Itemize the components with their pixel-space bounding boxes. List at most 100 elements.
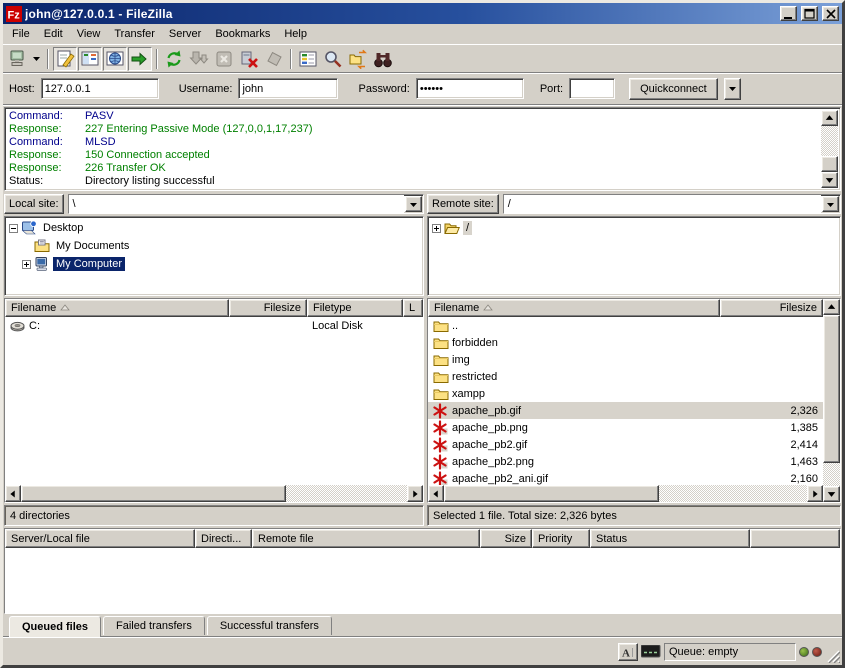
minimize-button[interactable] [780, 6, 797, 21]
queue-column-status[interactable]: Status [590, 529, 750, 548]
expander-minus-icon[interactable] [9, 224, 18, 233]
menu-help[interactable]: Help [277, 26, 314, 42]
menu-server[interactable]: Server [162, 26, 208, 42]
remote-file-row[interactable]: apache_pb2.png1,463 [428, 453, 823, 470]
log-scrollbar[interactable] [821, 110, 838, 188]
scroll-down-icon[interactable] [823, 486, 840, 502]
combo-arrow-icon[interactable] [822, 196, 839, 212]
disconnect-icon[interactable] [237, 47, 261, 71]
local-hscrollbar[interactable] [5, 485, 423, 502]
scroll-left-icon[interactable] [428, 485, 444, 502]
local-file-row[interactable]: C:Local Disk [5, 317, 423, 334]
remote-tree-item[interactable]: / [428, 219, 840, 237]
scroll-right-icon[interactable] [807, 485, 823, 502]
remote-site-combo[interactable]: / [503, 194, 841, 214]
expander-plus-icon[interactable] [432, 224, 441, 233]
remote-file-row[interactable]: .. [428, 317, 823, 334]
toggle-local-tree-icon[interactable] [78, 47, 102, 71]
column-header-filesize[interactable]: Filesize [229, 299, 307, 317]
column-header-l[interactable]: L [403, 299, 423, 317]
tab-successful-transfers[interactable]: Successful transfers [207, 616, 332, 635]
cancel-operation-icon[interactable] [212, 47, 236, 71]
menu-transfer[interactable]: Transfer [107, 26, 162, 42]
queue-column-server-local-file[interactable]: Server/Local file [5, 529, 195, 548]
expander-plus-icon[interactable] [22, 260, 31, 269]
toggle-remote-tree-icon[interactable] [103, 47, 127, 71]
menu-file[interactable]: File [5, 26, 37, 42]
local-site-combo[interactable]: \ [68, 194, 424, 214]
quickconnect-dropdown-button[interactable] [724, 78, 741, 100]
log-line-text: Directory listing successful [85, 175, 215, 188]
host-input[interactable] [41, 78, 159, 99]
synchronized-browsing-icon[interactable] [346, 47, 370, 71]
scroll-right-icon[interactable] [407, 485, 423, 502]
speed-limit-icon[interactable] [641, 645, 661, 658]
maximize-button[interactable] [801, 6, 818, 21]
queue-body[interactable] [5, 548, 840, 613]
queue-column-remote-file[interactable]: Remote file [252, 529, 480, 548]
scroll-up-icon[interactable] [821, 110, 838, 126]
quickconnect-button[interactable]: Quickconnect [629, 78, 718, 100]
local-tree-label[interactable]: Desktop [40, 221, 86, 235]
filter-icon[interactable] [371, 47, 395, 71]
column-header-filetype[interactable]: Filetype [307, 299, 403, 317]
remote-file-row[interactable]: apache_pb.png1,385 [428, 419, 823, 436]
title-bar[interactable]: Fz john@127.0.0.1 - FileZilla [3, 3, 842, 24]
remote-file-row[interactable]: img [428, 351, 823, 368]
remote-vscrollbar[interactable] [823, 299, 840, 502]
refresh-icon[interactable] [162, 47, 186, 71]
cell-text: 2,160 [790, 473, 818, 485]
site-manager-icon[interactable] [5, 47, 29, 71]
column-header-filename[interactable]: Filename [428, 299, 720, 317]
local-tree-label[interactable]: My Computer [53, 257, 125, 271]
queue-column-size[interactable]: Size [480, 529, 532, 548]
remote-file-row[interactable]: apache_pb.gif2,326 [428, 402, 823, 419]
toggle-queue-icon[interactable] [128, 47, 152, 71]
queue-column-directi-[interactable]: Directi... [195, 529, 252, 548]
tab-queued-files[interactable]: Queued files [9, 616, 101, 637]
file-search-icon[interactable] [321, 47, 345, 71]
remote-file-row[interactable]: forbidden [428, 334, 823, 351]
filename-text: C: [29, 320, 40, 332]
reconnect-icon[interactable] [262, 47, 286, 71]
local-tree-item[interactable]: My Documents [5, 237, 423, 255]
log-scroll-thumb[interactable] [821, 156, 838, 172]
remote-file-row[interactable]: apache_pb2.gif2,414 [428, 436, 823, 453]
combo-arrow-icon[interactable] [405, 196, 422, 212]
site-manager-dropdown[interactable] [30, 48, 43, 70]
toggle-message-log-icon[interactable] [53, 47, 77, 71]
remote-file-row[interactable]: restricted [428, 368, 823, 385]
column-header-filename[interactable]: Filename [5, 299, 229, 317]
menu-view[interactable]: View [70, 26, 108, 42]
scroll-left-icon[interactable] [5, 485, 21, 502]
filename-text: apache_pb2_ani.gif [452, 473, 548, 485]
remote-file-row[interactable]: apache_pb2_ani.gif 2,160 [428, 470, 823, 485]
menu-edit[interactable]: Edit [37, 26, 70, 42]
queue-column-priority[interactable]: Priority [532, 529, 590, 548]
remote-tree-label[interactable]: / [463, 221, 472, 235]
remote-file-row[interactable]: xampp [428, 385, 823, 402]
column-header-filesize[interactable]: Filesize [720, 299, 823, 317]
close-button[interactable] [822, 6, 839, 21]
local-tree-item[interactable]: My Computer [5, 255, 423, 273]
remote-site-value[interactable]: / [504, 195, 821, 213]
local-tree-item[interactable]: Desktop [5, 219, 423, 237]
local-tree-label[interactable]: My Documents [53, 239, 132, 253]
close-icon [824, 8, 838, 20]
scroll-up-icon[interactable] [823, 299, 840, 315]
port-input[interactable] [569, 78, 615, 99]
local-site-value[interactable]: \ [69, 195, 404, 213]
menu-bookmarks[interactable]: Bookmarks [208, 26, 277, 42]
username-input[interactable] [238, 78, 338, 99]
process-queue-icon[interactable] [187, 47, 211, 71]
remote-hscrollbar[interactable] [428, 485, 823, 502]
ascii-transfer-type-icon[interactable]: A [618, 643, 638, 661]
list-cell: forbidden [428, 335, 720, 351]
tab-failed-transfers[interactable]: Failed transfers [103, 616, 205, 635]
directory-listing-icon[interactable] [296, 47, 320, 71]
main-split: Local site: \ DesktopMy DocumentsMy Comp… [3, 192, 842, 526]
scroll-down-icon[interactable] [821, 172, 838, 188]
resize-grip[interactable] [825, 648, 840, 663]
password-input[interactable] [416, 78, 524, 99]
sort-ascending-icon [60, 303, 70, 313]
